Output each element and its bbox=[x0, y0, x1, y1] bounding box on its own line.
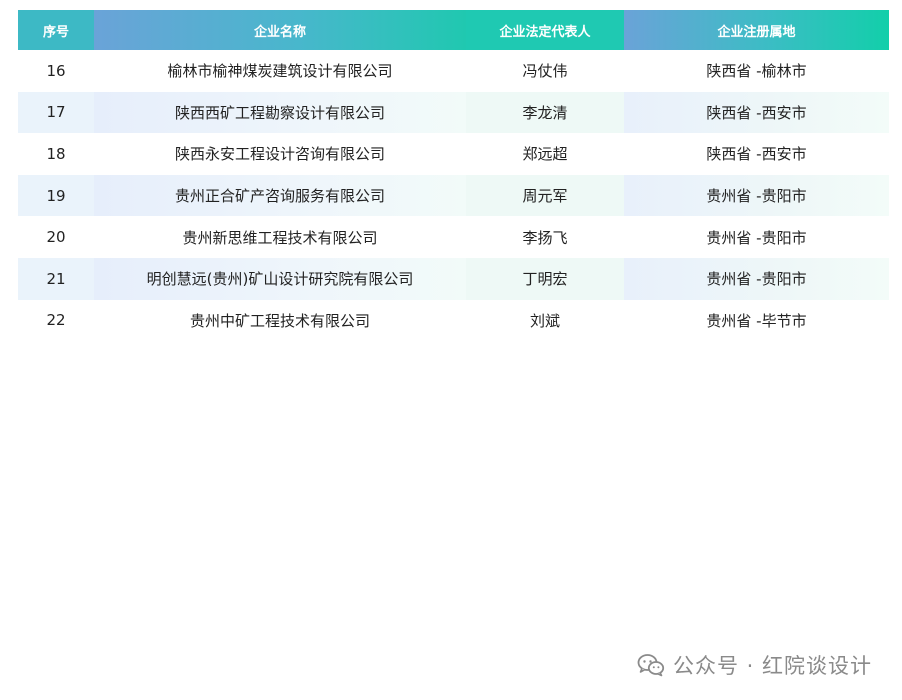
header-loc: 企业注册属地 bbox=[624, 10, 889, 50]
table-header: 序号 企业名称 企业法定代表人 企业注册属地 bbox=[18, 10, 889, 50]
cell-loc: 陕西省 -榆林市 bbox=[706, 62, 807, 81]
cell-name: 榆林市榆神煤炭建筑设计有限公司 bbox=[167, 62, 393, 81]
table-row: 16 榆林市榆神煤炭建筑设计有限公司 冯仗伟 陕西省 -榆林市 bbox=[18, 50, 889, 92]
cell-name: 陕西永安工程设计咨询有限公司 bbox=[174, 145, 385, 164]
cell-rep: 郑远超 bbox=[522, 145, 568, 164]
cell-seq: 17 bbox=[18, 91, 94, 134]
cell-rep: 刘斌 bbox=[529, 311, 560, 330]
cell-seq: 22 bbox=[46, 311, 66, 330]
cell-loc: 贵州省 -贵阳市 bbox=[624, 174, 889, 217]
table-row: 19 贵州正合矿产咨询服务有限公司 周元军 贵州省 -贵阳市 bbox=[18, 174, 889, 217]
watermark: 公众号 · 红院谈设计 bbox=[637, 650, 872, 680]
cell-seq: 18 bbox=[46, 144, 66, 163]
enterprise-table: 序号 企业名称 企业法定代表人 企业注册属地 16 榆林市榆神煤炭建筑设计有限公… bbox=[18, 10, 889, 341]
cell-name: 贵州新思维工程技术有限公司 bbox=[182, 228, 378, 247]
cell-seq: 19 bbox=[18, 174, 94, 217]
cell-seq: 16 bbox=[46, 61, 66, 80]
table-row: 20 贵州新思维工程技术有限公司 李扬飞 贵州省 -贵阳市 bbox=[18, 216, 889, 258]
table-row: 21 明创慧远(贵州)矿山设计研究院有限公司 丁明宏 贵州省 -贵阳市 bbox=[18, 257, 889, 300]
cell-name: 贵州中矿工程技术有限公司 bbox=[189, 311, 370, 330]
table-row: 18 陕西永安工程设计咨询有限公司 郑远超 陕西省 -西安市 bbox=[18, 133, 889, 175]
page: 序号 企业名称 企业法定代表人 企业注册属地 16 榆林市榆神煤炭建筑设计有限公… bbox=[0, 0, 902, 700]
cell-name: 贵州正合矿产咨询服务有限公司 bbox=[94, 174, 466, 217]
cell-rep: 冯仗伟 bbox=[522, 62, 568, 81]
cell-loc: 陕西省 -西安市 bbox=[706, 145, 807, 164]
cell-loc: 陕西省 -西安市 bbox=[624, 91, 889, 134]
header-rep: 企业法定代表人 bbox=[466, 10, 624, 50]
cell-name: 陕西西矿工程勘察设计有限公司 bbox=[94, 91, 466, 134]
table-body: 16 榆林市榆神煤炭建筑设计有限公司 冯仗伟 陕西省 -榆林市 17 陕西西矿工… bbox=[18, 50, 889, 341]
cell-name: 明创慧远(贵州)矿山设计研究院有限公司 bbox=[94, 257, 466, 300]
watermark-text: 公众号 · 红院谈设计 bbox=[672, 654, 872, 678]
wechat-icon bbox=[637, 654, 665, 677]
table-row: 22 贵州中矿工程技术有限公司 刘斌 贵州省 -毕节市 bbox=[18, 300, 889, 342]
cell-rep: 丁明宏 bbox=[466, 257, 624, 300]
header-row: 序号 企业名称 企业法定代表人 企业注册属地 bbox=[18, 10, 889, 50]
cell-rep: 李龙清 bbox=[466, 91, 624, 134]
cell-seq: 21 bbox=[18, 257, 94, 300]
cell-rep: 李扬飞 bbox=[522, 228, 568, 247]
cell-loc: 贵州省 -毕节市 bbox=[706, 311, 807, 330]
table-row: 17 陕西西矿工程勘察设计有限公司 李龙清 陕西省 -西安市 bbox=[18, 91, 889, 134]
cell-rep: 周元军 bbox=[466, 174, 624, 217]
cell-loc: 贵州省 -贵阳市 bbox=[624, 257, 889, 300]
cell-loc: 贵州省 -贵阳市 bbox=[706, 228, 807, 247]
cell-seq: 20 bbox=[46, 228, 66, 247]
header-name: 企业名称 bbox=[94, 10, 466, 50]
header-seq: 序号 bbox=[18, 10, 94, 50]
